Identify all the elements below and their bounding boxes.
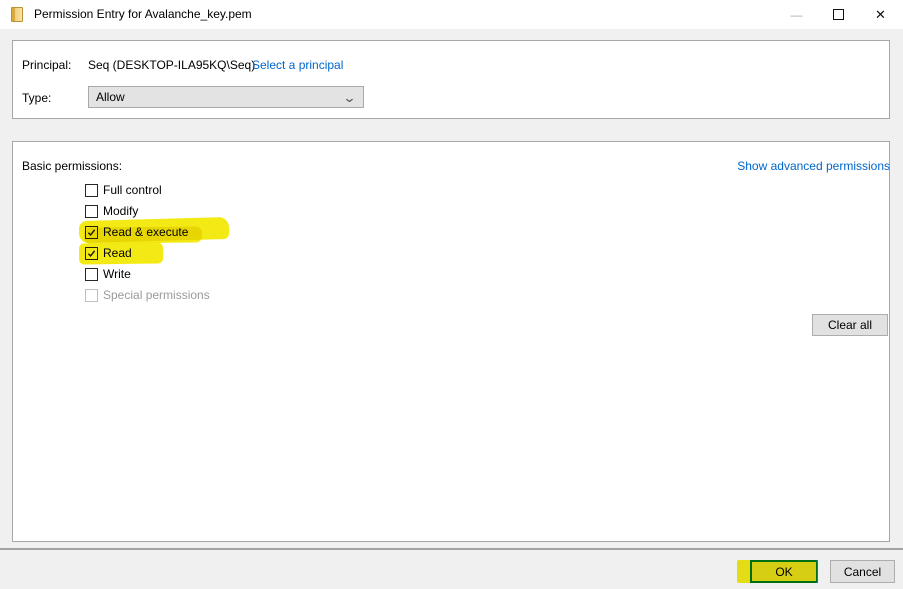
maximize-button[interactable] — [816, 0, 861, 29]
permission-label: Read & execute — [103, 226, 188, 239]
principal-label: Principal: — [22, 58, 71, 72]
permission-label: Read — [103, 247, 132, 260]
clear-all-button[interactable]: Clear all — [812, 314, 888, 336]
checked-checkbox[interactable] — [85, 247, 98, 260]
minimize-button[interactable]: — — [774, 0, 819, 29]
checkbox[interactable] — [85, 184, 98, 197]
clear-all-label: Clear all — [828, 318, 872, 332]
permission-row: Special permissions — [85, 288, 210, 303]
permission-label: Modify — [103, 205, 138, 218]
close-button[interactable]: ✕ — [858, 0, 903, 29]
permission-row: Read & execute — [85, 225, 188, 240]
ok-button[interactable]: OK — [750, 560, 818, 583]
permission-row: Full control — [85, 183, 162, 198]
cancel-label: Cancel — [844, 565, 881, 579]
titlebar: Permission Entry for Avalanche_key.pem —… — [0, 0, 903, 29]
permission-entry-dialog: Permission Entry for Avalanche_key.pem —… — [0, 0, 903, 589]
checkmark-icon — [86, 227, 97, 238]
permission-label: Special permissions — [103, 289, 210, 302]
footer-divider — [0, 548, 903, 550]
basic-permissions-heading: Basic permissions: — [22, 159, 122, 173]
show-advanced-permissions-link[interactable]: Show advanced permissions — [737, 159, 890, 173]
permission-label: Write — [103, 268, 131, 281]
checked-checkbox[interactable] — [85, 226, 98, 239]
select-principal-link[interactable]: Select a principal — [252, 58, 343, 72]
permission-label: Full control — [103, 184, 162, 197]
chevron-down-icon: ⌄ — [342, 91, 356, 104]
type-dropdown-value: Allow — [96, 90, 344, 104]
type-dropdown[interactable]: Allow ⌄ — [88, 86, 364, 108]
cancel-button[interactable]: Cancel — [830, 560, 895, 583]
ok-label: OK — [775, 565, 792, 579]
maximize-icon — [833, 9, 844, 20]
window-title: Permission Entry for Avalanche_key.pem — [34, 0, 252, 29]
permission-row: Modify — [85, 204, 138, 219]
permissions-panel — [12, 141, 890, 542]
checkbox[interactable] — [85, 268, 98, 281]
minimize-icon: — — [791, 8, 803, 22]
type-label: Type: — [22, 91, 51, 105]
permission-row: Write — [85, 267, 131, 282]
checkbox[interactable] — [85, 205, 98, 218]
close-icon: ✕ — [875, 7, 886, 23]
permission-row: Read — [85, 246, 132, 261]
file-icon — [11, 7, 23, 22]
checkmark-icon — [86, 248, 97, 259]
checkbox — [85, 289, 98, 302]
principal-value: Seq (DESKTOP-ILA95KQ\Seq) — [88, 58, 255, 72]
